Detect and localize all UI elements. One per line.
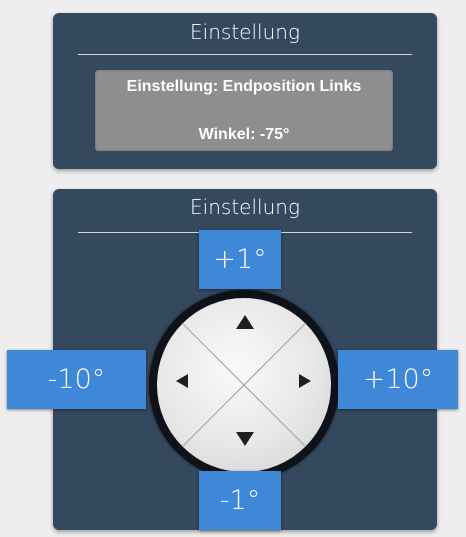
status-mode-text: Einstellung: Endposition Links (126, 78, 362, 95)
triangle-up-icon (236, 315, 254, 329)
triangle-right-icon (299, 374, 311, 388)
control-panel-title: Einstellung (190, 195, 300, 219)
minus-1-degree-button[interactable]: -1° (199, 471, 281, 530)
triangle-left-icon (176, 374, 188, 388)
status-panel: Einstellung Einstellung: Endposition Lin… (53, 13, 437, 169)
dpad-right-button[interactable] (287, 363, 323, 399)
plus-1-degree-button[interactable]: +1° (199, 230, 281, 289)
dpad-left-button[interactable] (164, 363, 200, 399)
plus-10-degree-button[interactable]: +10° (338, 350, 458, 409)
dpad-up-button[interactable] (227, 304, 263, 340)
status-display: Einstellung: Endposition Links Winkel: -… (95, 70, 393, 151)
minus-10-degree-button[interactable]: -10° (7, 350, 146, 409)
status-panel-divider (78, 54, 412, 55)
status-angle-text: Winkel: -75° (198, 126, 290, 143)
triangle-down-icon (236, 432, 254, 446)
dpad-down-button[interactable] (227, 421, 263, 457)
status-panel-title: Einstellung (190, 20, 300, 44)
